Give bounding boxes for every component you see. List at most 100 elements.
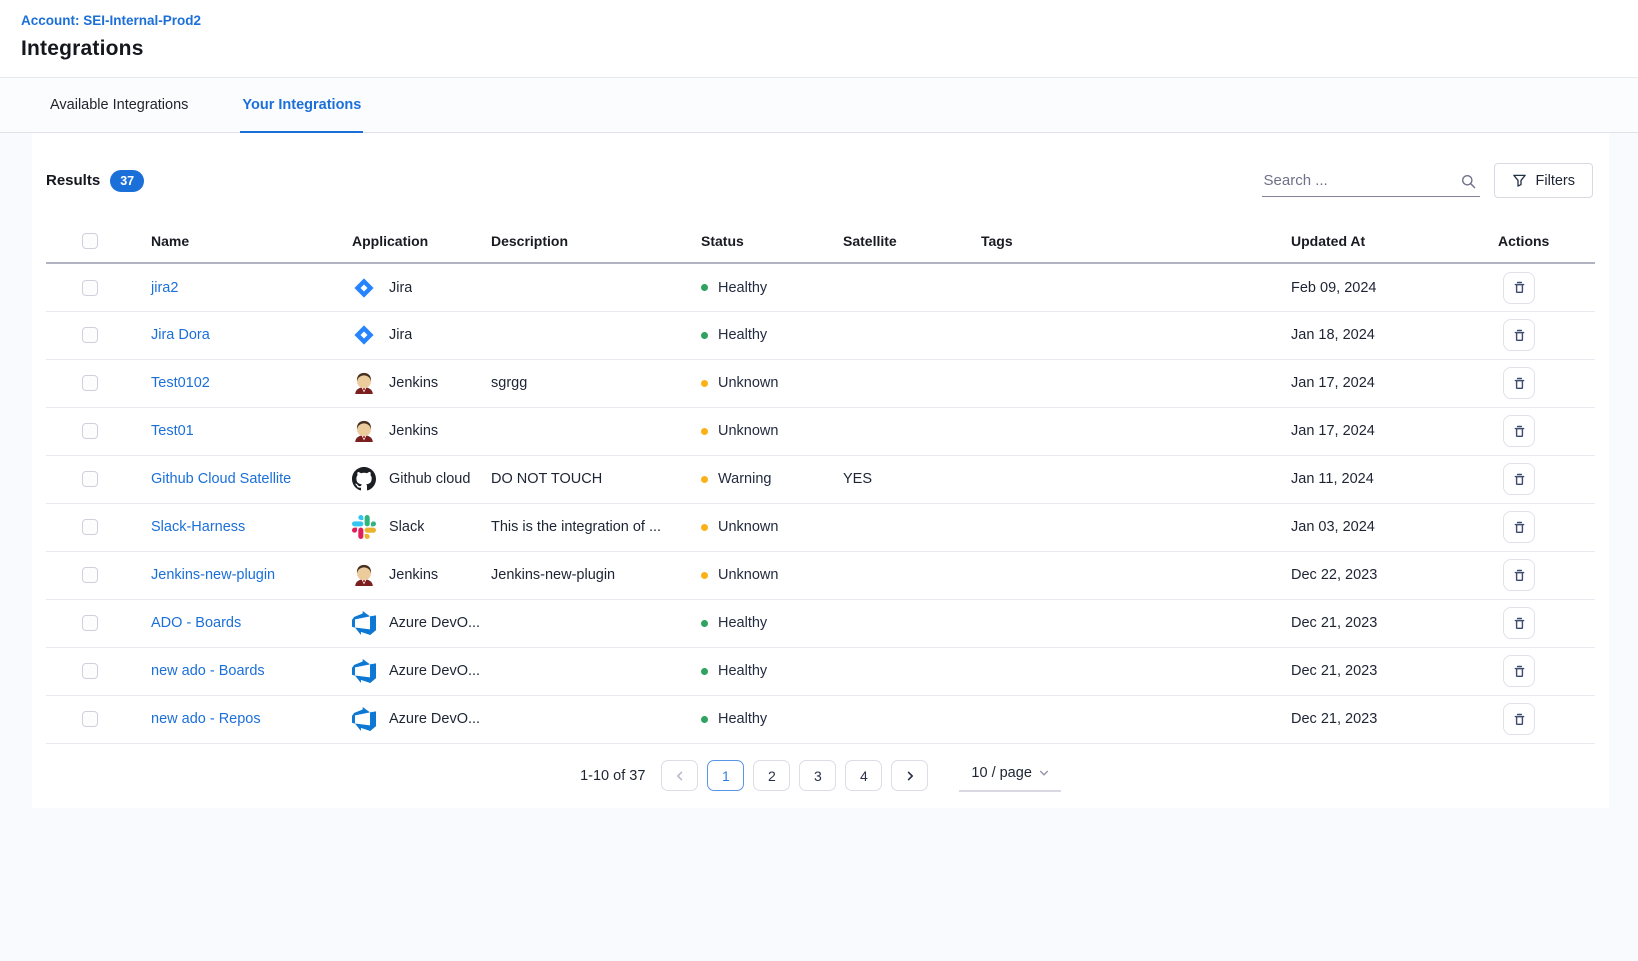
github-icon (352, 467, 376, 491)
jenkins-icon (352, 371, 376, 395)
page-title: Integrations (21, 37, 1617, 61)
integration-name-link[interactable]: Test01 (151, 423, 194, 439)
checkbox-cell (46, 503, 151, 551)
column-header-satellite: Satellite (843, 222, 981, 263)
integration-name-link[interactable]: ADO - Boards (151, 615, 241, 631)
integration-name-link[interactable]: Test0102 (151, 375, 210, 391)
status-dot (701, 428, 708, 435)
column-header-tags: Tags (981, 222, 1291, 263)
application-cell: Github cloud (352, 467, 491, 491)
row-checkbox[interactable] (82, 327, 98, 343)
updated-at: Jan 11, 2024 (1291, 471, 1374, 487)
results-count-badge: 37 (110, 170, 144, 192)
delete-button[interactable] (1503, 463, 1535, 495)
delete-button[interactable] (1503, 655, 1535, 687)
filter-funnel-icon (1512, 173, 1527, 188)
integration-name-link[interactable]: Jenkins-new-plugin (151, 567, 275, 583)
checkbox-cell (46, 647, 151, 695)
application-cell: Jira (352, 276, 491, 300)
pagination-page-2[interactable]: 2 (753, 760, 790, 791)
pagination-page-1[interactable]: 1 (707, 760, 744, 791)
status-dot (701, 332, 708, 339)
row-checkbox[interactable] (82, 615, 98, 631)
integration-name-link[interactable]: jira2 (151, 280, 178, 296)
tab-available-integrations[interactable]: Available Integrations (48, 78, 190, 133)
tab-bar: Available Integrations Your Integrations (0, 78, 1638, 133)
description-text: sgrgg (491, 375, 527, 391)
application-label: Azure DevO... (389, 711, 480, 727)
row-checkbox[interactable] (82, 663, 98, 679)
pagination-prev-button[interactable] (661, 760, 698, 791)
status-cell: Healthy (701, 615, 843, 631)
status-dot (701, 476, 708, 483)
updated-at: Dec 21, 2023 (1291, 711, 1377, 727)
status-dot (701, 620, 708, 627)
integration-name-link[interactable]: new ado - Repos (151, 711, 261, 727)
integration-name-link[interactable]: Slack-Harness (151, 519, 245, 535)
trash-icon (1512, 712, 1527, 727)
page-size-select[interactable]: 10 / page (959, 760, 1060, 792)
checkbox-cell (46, 551, 151, 599)
pagination-page-3[interactable]: 3 (799, 760, 836, 791)
delete-button[interactable] (1503, 272, 1535, 304)
row-checkbox[interactable] (82, 519, 98, 535)
status-cell: Healthy (701, 280, 843, 296)
status-cell: Unknown (701, 567, 843, 583)
status-cell: Unknown (701, 519, 843, 535)
azure-devops-icon (352, 707, 376, 731)
status-cell: Healthy (701, 663, 843, 679)
status-dot (701, 716, 708, 723)
tab-your-integrations[interactable]: Your Integrations (240, 78, 363, 133)
description-text: Jenkins-new-plugin (491, 567, 615, 583)
row-checkbox[interactable] (82, 471, 98, 487)
pagination-page-4[interactable]: 4 (845, 760, 882, 791)
column-header-updated-at: Updated At (1291, 222, 1498, 263)
delete-button[interactable] (1503, 319, 1535, 351)
table-row: new ado - Boards Azure DevO... Healthy D… (46, 647, 1595, 695)
status-label: Unknown (718, 375, 778, 391)
row-checkbox[interactable] (82, 375, 98, 391)
satellite-value: YES (843, 471, 872, 487)
status-dot (701, 380, 708, 387)
delete-button[interactable] (1503, 367, 1535, 399)
status-label: Unknown (718, 423, 778, 439)
integration-name-link[interactable]: Jira Dora (151, 327, 210, 343)
table-row: ADO - Boards Azure DevO... Healthy Dec 2… (46, 599, 1595, 647)
jenkins-icon (352, 419, 376, 443)
row-checkbox[interactable] (82, 280, 98, 296)
status-label: Unknown (718, 567, 778, 583)
integration-name-link[interactable]: Github Cloud Satellite (151, 471, 291, 487)
row-checkbox[interactable] (82, 423, 98, 439)
updated-at: Dec 21, 2023 (1291, 663, 1377, 679)
status-dot (701, 284, 708, 291)
row-checkbox[interactable] (82, 567, 98, 583)
integration-name-link[interactable]: new ado - Boards (151, 663, 265, 679)
status-cell: Healthy (701, 327, 843, 343)
table-row: Slack-Harness Slack This is the integrat… (46, 503, 1595, 551)
updated-at: Feb 09, 2024 (1291, 280, 1376, 296)
integrations-card: Results 37 Filters (32, 133, 1609, 808)
application-label: Jira (389, 327, 412, 343)
delete-button[interactable] (1503, 607, 1535, 639)
select-all-checkbox[interactable] (82, 233, 98, 249)
search-input[interactable] (1262, 165, 1480, 197)
column-header-status: Status (701, 222, 843, 263)
delete-button[interactable] (1503, 511, 1535, 543)
column-header-actions: Actions (1498, 222, 1595, 263)
table-row: Jira Dora Jira Healthy Jan 18, 2024 (46, 311, 1595, 359)
trash-icon (1512, 472, 1527, 487)
row-checkbox[interactable] (82, 711, 98, 727)
trash-icon (1512, 376, 1527, 391)
status-label: Unknown (718, 519, 778, 535)
updated-at: Dec 22, 2023 (1291, 567, 1377, 583)
filters-button[interactable]: Filters (1494, 163, 1593, 198)
application-label: Jenkins (389, 375, 438, 391)
delete-button[interactable] (1503, 415, 1535, 447)
trash-icon (1512, 520, 1527, 535)
pagination-next-button[interactable] (891, 760, 928, 791)
results-summary: Results 37 (46, 170, 144, 192)
delete-button[interactable] (1503, 559, 1535, 591)
checkbox-cell (46, 455, 151, 503)
delete-button[interactable] (1503, 703, 1535, 735)
account-breadcrumb[interactable]: Account: SEI-Internal-Prod2 (21, 13, 1617, 28)
